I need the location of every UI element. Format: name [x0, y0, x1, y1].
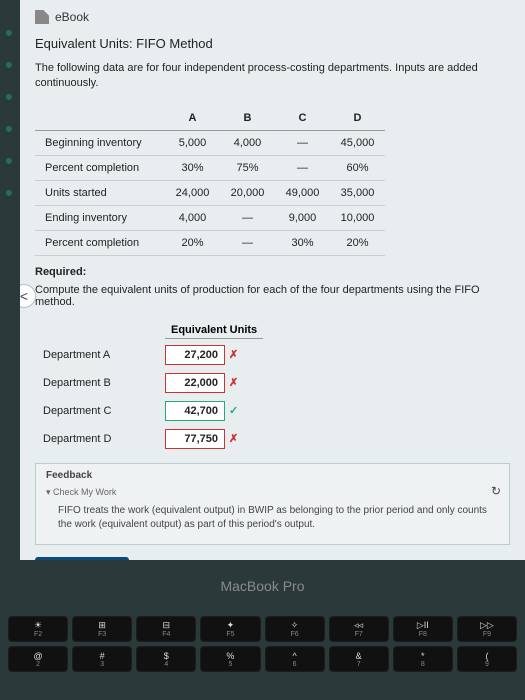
number-key: ^6 [265, 646, 325, 672]
number-key: *8 [393, 646, 453, 672]
answer-row: Department A 27,200 ✗ [35, 341, 246, 369]
cell-value: — [220, 230, 275, 255]
x-icon: ✗ [229, 349, 238, 361]
table-row: Beginning inventory5,0004,000—45,000 [35, 130, 385, 155]
cell-value: 20% [330, 230, 385, 255]
check-my-work-button[interactable]: Check My Work [35, 557, 129, 560]
keyboard: ☀F2⊞F3⊟F4✦F5✧F6◃◃F7▷IIF8▷▷F9 @2#3$4%5^6&… [0, 616, 525, 672]
cell-value: 4,000 [165, 205, 220, 230]
col-head: D [330, 106, 385, 131]
cell-value: 75% [220, 155, 275, 180]
cell-value: 10,000 [330, 205, 385, 230]
answer-input[interactable]: 42,700 [165, 401, 225, 421]
cell-value: 20,000 [220, 180, 275, 205]
number-key: %5 [200, 646, 260, 672]
function-key: ☀F2 [8, 616, 68, 642]
function-key: ✦F5 [200, 616, 260, 642]
cell-value: 24,000 [165, 180, 220, 205]
check-icon: ✓ [229, 405, 238, 417]
feedback-box: Feedback Check My Work FIFO treats the w… [35, 463, 510, 545]
content-area: eBook Equivalent Units: FIFO Method The … [20, 0, 525, 560]
answer-label: Department B [35, 369, 157, 397]
ebook-label: eBook [55, 10, 89, 24]
function-key: ⊟F4 [136, 616, 196, 642]
number-key: (9 [457, 646, 517, 672]
cell-value: 49,000 [275, 180, 330, 205]
answer-input[interactable]: 77,750 [165, 429, 225, 449]
feedback-subtitle[interactable]: Check My Work [46, 487, 499, 498]
ebook-tab[interactable]: eBook [35, 10, 510, 24]
browser-tab-indicators [6, 30, 12, 196]
feedback-text: FIFO treats the work (equivalent output)… [46, 504, 499, 532]
answer-row: Department B 22,000 ✗ [35, 369, 246, 397]
answer-label: Department C [35, 397, 157, 425]
col-head: C [275, 106, 330, 131]
answer-row: Department D 77,750 ✗ [35, 425, 246, 453]
answers-table: Department A27,200✗Department B22,000✗De… [35, 341, 246, 453]
cell-value: 30% [275, 230, 330, 255]
ebook-icon [35, 10, 49, 24]
table-row: Units started24,00020,00049,00035,000 [35, 180, 385, 205]
function-key: ▷▷F9 [457, 616, 517, 642]
table-row: Percent completion30%75%—60% [35, 155, 385, 180]
prev-arrow-button[interactable]: < [20, 284, 36, 308]
cell-value: 35,000 [330, 180, 385, 205]
function-key: ✧F6 [265, 616, 325, 642]
cell-value: 9,000 [275, 205, 330, 230]
answer-label: Department D [35, 425, 157, 453]
page-title: Equivalent Units: FIFO Method [35, 36, 510, 51]
cell-value: 20% [165, 230, 220, 255]
row-label: Beginning inventory [35, 130, 165, 155]
answer-label: Department A [35, 341, 157, 369]
cell-value: — [275, 130, 330, 155]
required-label: Required: [35, 266, 510, 278]
intro-text: The following data are for four independ… [35, 61, 510, 92]
number-key: $4 [136, 646, 196, 672]
function-key: ◃◃F7 [329, 616, 389, 642]
row-label: Percent completion [35, 155, 165, 180]
number-key: &7 [329, 646, 389, 672]
cell-value: — [275, 155, 330, 180]
answer-input[interactable]: 27,200 [165, 345, 225, 365]
col-head: B [220, 106, 275, 131]
cell-value: 4,000 [220, 130, 275, 155]
number-key: #3 [72, 646, 132, 672]
answer-input[interactable]: 22,000 [165, 373, 225, 393]
cell-value: 45,000 [330, 130, 385, 155]
row-label: Ending inventory [35, 205, 165, 230]
table-row: Percent completion20%—30%20% [35, 230, 385, 255]
table-row: Ending inventory4,000—9,00010,000 [35, 205, 385, 230]
x-icon: ✗ [229, 377, 238, 389]
x-icon: ✗ [229, 433, 238, 445]
row-label: Percent completion [35, 230, 165, 255]
compute-instruction: Compute the equivalent units of producti… [35, 284, 510, 308]
col-head: A [165, 106, 220, 131]
equivalent-units-header: Equivalent Units [165, 322, 263, 339]
refresh-icon[interactable]: ↻ [491, 484, 501, 498]
laptop-brand: MacBook Pro [0, 578, 525, 594]
function-key: ▷IIF8 [393, 616, 453, 642]
answer-row: Department C 42,700 ✓ [35, 397, 246, 425]
function-key: ⊞F3 [72, 616, 132, 642]
number-key: @2 [8, 646, 68, 672]
cell-value: 5,000 [165, 130, 220, 155]
cell-value: — [220, 205, 275, 230]
data-table: A B C D Beginning inventory5,0004,000—45… [35, 106, 385, 256]
feedback-title: Feedback [46, 470, 499, 481]
cell-value: 60% [330, 155, 385, 180]
row-label: Units started [35, 180, 165, 205]
cell-value: 30% [165, 155, 220, 180]
chevron-left-icon: < [20, 288, 28, 304]
